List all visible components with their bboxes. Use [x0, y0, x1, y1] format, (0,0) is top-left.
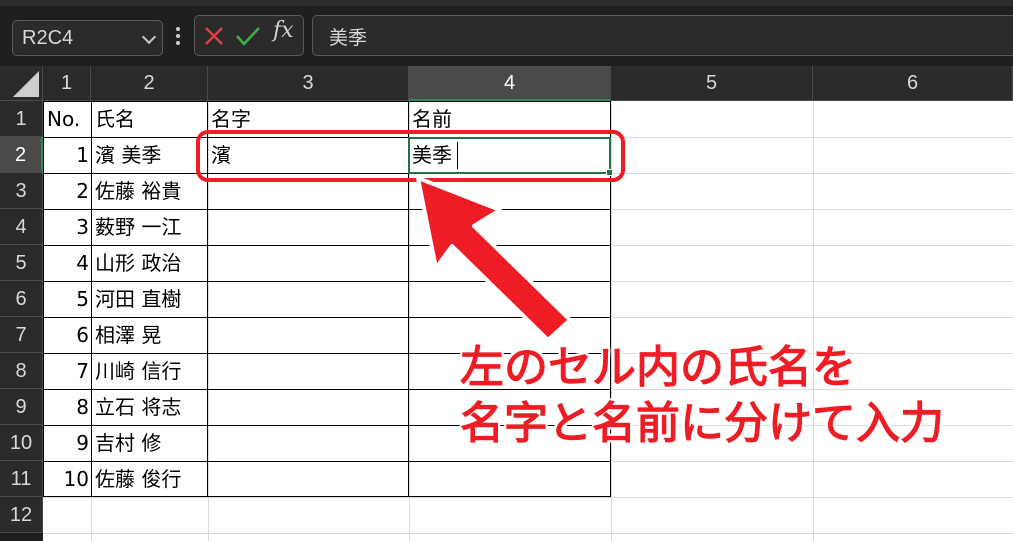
red-arrow-icon [416, 176, 572, 342]
column-header-5[interactable]: 5 [611, 66, 813, 101]
column-header-1[interactable]: 1 [43, 66, 91, 101]
row-header-12[interactable]: 12 [0, 497, 43, 533]
cell-full-name[interactable]: 川崎 信行 [91, 353, 207, 389]
header-no[interactable]: No. [43, 101, 91, 137]
cell-no[interactable]: 10 [43, 461, 91, 497]
select-all-icon [13, 71, 39, 97]
ribbon-edge [0, 0, 1013, 6]
cell-no[interactable]: 1 [43, 137, 91, 173]
formula-bar: R2C4 fx 美季 [0, 0, 1013, 66]
cell-no[interactable]: 9 [43, 425, 91, 461]
cancel-icon[interactable] [203, 25, 225, 47]
cell-full-name[interactable]: 濱 美季 [91, 137, 207, 173]
row-header-10[interactable]: 10 [0, 425, 43, 461]
name-box[interactable]: R2C4 [12, 20, 163, 56]
cell-no[interactable]: 3 [43, 209, 91, 245]
cell-no[interactable]: 4 [43, 245, 91, 281]
cell-full-name[interactable]: 河田 直樹 [91, 281, 207, 317]
cell-full-name[interactable]: 佐藤 俊行 [91, 461, 207, 497]
row-header-4[interactable]: 4 [0, 209, 43, 245]
row-header-9[interactable]: 9 [0, 389, 43, 425]
gridline [43, 497, 1013, 498]
annotation-callout: 左のセル内の氏名を 名字と名前に分けて入力 [460, 340, 1000, 452]
column-header-6[interactable]: 6 [813, 66, 1013, 101]
cell-full-name[interactable]: 吉村 修 [91, 425, 207, 461]
formula-value: 美季 [329, 27, 368, 49]
column-header-3[interactable]: 3 [208, 66, 409, 101]
formula-buttons: fx [194, 15, 304, 56]
gridline [43, 533, 1013, 534]
row-header-1[interactable]: 1 [0, 101, 43, 137]
cell-no[interactable]: 7 [43, 353, 91, 389]
more-options-icon[interactable] [175, 24, 181, 50]
row-header-7[interactable]: 7 [0, 317, 43, 353]
cell-full-name[interactable]: 佐藤 裕貴 [91, 173, 207, 209]
chevron-down-icon[interactable] [141, 29, 157, 45]
enter-check-icon[interactable] [235, 25, 261, 47]
name-box-value: R2C4 [22, 27, 74, 49]
insert-function-icon[interactable]: fx [273, 18, 294, 43]
column-header-2[interactable]: 2 [91, 66, 208, 101]
select-all-button[interactable] [0, 66, 43, 101]
row-header-8[interactable]: 8 [0, 353, 43, 389]
cell-full-name[interactable]: 相澤 晃 [91, 317, 207, 353]
column-header-4[interactable]: 4 [409, 66, 611, 101]
cell-full-name[interactable]: 薮野 一江 [91, 209, 207, 245]
cell-no[interactable]: 8 [43, 389, 91, 425]
cell-full-name[interactable]: 山形 政治 [91, 245, 207, 281]
row-header-11[interactable]: 11 [0, 461, 43, 497]
formula-input[interactable]: 美季 [312, 15, 1013, 56]
cell-full-name[interactable]: 立石 将志 [91, 389, 207, 425]
annotation-line-2: 名字と名前に分けて入力 [460, 398, 944, 449]
row-header-5[interactable]: 5 [0, 245, 43, 281]
cell-no[interactable]: 6 [43, 317, 91, 353]
cell-no[interactable]: 2 [43, 173, 91, 209]
annotation-line-1: 左のセル内の氏名を [460, 342, 856, 393]
header-full-name[interactable]: 氏名 [91, 101, 207, 137]
row-header-3[interactable]: 3 [0, 173, 43, 209]
row-header-6[interactable]: 6 [0, 281, 43, 317]
cell-no[interactable]: 5 [43, 281, 91, 317]
gridline [813, 101, 814, 541]
row-header-2[interactable]: 2 [0, 137, 43, 173]
